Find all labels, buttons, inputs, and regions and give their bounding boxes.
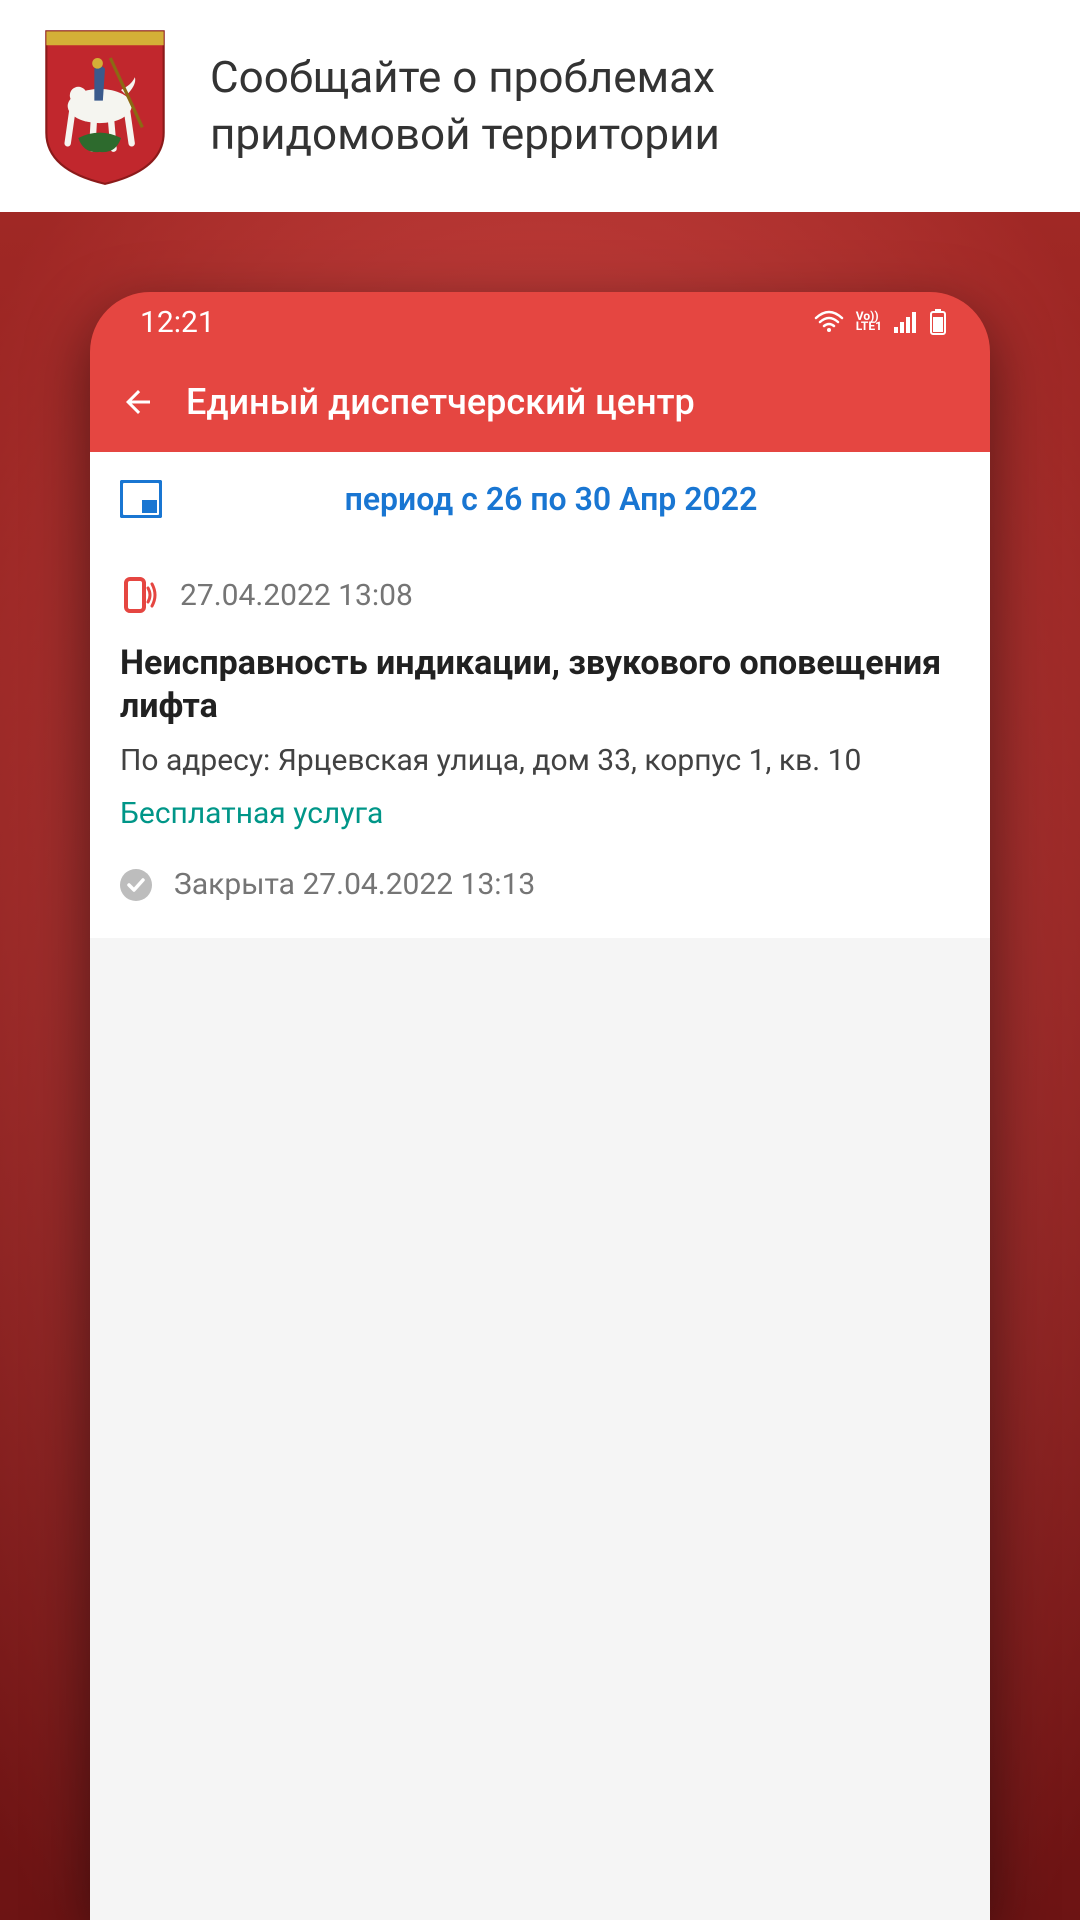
phone-mockup: 12:21 Vo))LTE1 [90,292,990,1920]
check-circle-icon [120,869,152,901]
status-icons: Vo))LTE1 [814,309,946,335]
app-bar-title: Единый диспетчерский центр [186,381,695,423]
ticket-status-text: Закрыта 27.04.2022 13:13 [174,867,535,902]
calendar-icon [120,480,162,518]
ticket-card[interactable]: 27.04.2022 13:08 Неисправность индикации… [90,546,990,938]
ticket-datetime: 27.04.2022 13:08 [180,578,413,613]
signal-icon [894,311,918,333]
app-content: период с 26 по 30 Апр 2022 27.04.2022 13… [90,452,990,1920]
period-text: период с 26 по 30 Апр 2022 [192,480,910,518]
promo-line2: придомовой территории [210,108,720,160]
phone-ring-icon [120,576,158,614]
ticket-meta: 27.04.2022 13:08 [120,576,960,614]
back-arrow-icon[interactable] [120,384,156,420]
ticket-status-row: Закрыта 27.04.2022 13:13 [120,867,960,902]
status-bar: 12:21 Vo))LTE1 [90,292,990,352]
battery-icon [930,309,946,335]
promo-title: Сообщайте о проблемах придомовой террито… [210,49,720,163]
wifi-icon [814,310,844,334]
status-time: 12:21 [140,305,215,340]
empty-list-area [90,938,990,1920]
ticket-title: Неисправность индикации, звукового опове… [120,642,960,727]
volte-icon: Vo))LTE1 [856,312,882,331]
app-bar: Единый диспетчерский центр [90,352,990,452]
moscow-crest-icon [40,26,170,186]
ticket-tag: Бесплатная услуга [120,796,960,831]
period-filter[interactable]: период с 26 по 30 Апр 2022 [90,452,990,546]
showcase-background: 12:21 Vo))LTE1 [0,212,1080,1920]
promo-line1: Сообщайте о проблемах [210,51,715,103]
ticket-address: По адресу: Ярцевская улица, дом 33, корп… [120,741,960,780]
promo-header: Сообщайте о проблемах придомовой террито… [0,0,1080,212]
